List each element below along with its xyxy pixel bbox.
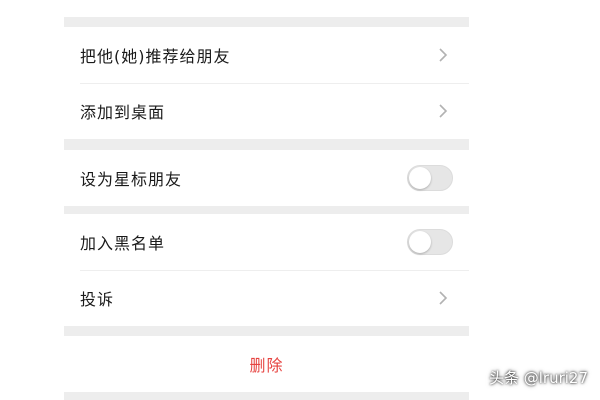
- chevron-right-icon: [433, 101, 453, 121]
- chevron-right-icon: [433, 288, 453, 308]
- share-group: 把他(她)推荐给朋友 添加到桌面: [64, 27, 469, 139]
- star-group: 设为星标朋友: [64, 150, 469, 206]
- privacy-group: 加入黑名单 投诉: [64, 214, 469, 326]
- star-friend-item: 设为星标朋友: [64, 150, 469, 206]
- complain-item[interactable]: 投诉: [64, 270, 469, 326]
- toggle-knob: [409, 167, 431, 189]
- star-friend-label: 设为星标朋友: [80, 170, 183, 189]
- contact-settings-panel: 把他(她)推荐给朋友 添加到桌面 设为星标朋友 加入黑名单 投诉 删除: [64, 0, 469, 400]
- add-to-desktop-label: 添加到桌面: [80, 103, 166, 122]
- blacklist-label: 加入黑名单: [80, 234, 166, 253]
- toggle-knob: [409, 231, 431, 253]
- top-card: [64, 0, 469, 17]
- recommend-to-friend-label: 把他(她)推荐给朋友: [80, 47, 231, 66]
- blacklist-item: 加入黑名单: [64, 214, 469, 270]
- star-friend-toggle[interactable]: [407, 165, 453, 191]
- watermark: 头条 @lruri27: [488, 369, 588, 387]
- complain-label: 投诉: [80, 290, 115, 309]
- add-to-desktop-item[interactable]: 添加到桌面: [64, 83, 469, 139]
- blacklist-toggle[interactable]: [407, 229, 453, 255]
- delete-label: 删除: [249, 356, 284, 375]
- delete-group: 删除: [64, 336, 469, 392]
- chevron-right-icon: [433, 45, 453, 65]
- recommend-to-friend-item[interactable]: 把他(她)推荐给朋友: [64, 27, 469, 83]
- delete-button[interactable]: 删除: [64, 336, 469, 392]
